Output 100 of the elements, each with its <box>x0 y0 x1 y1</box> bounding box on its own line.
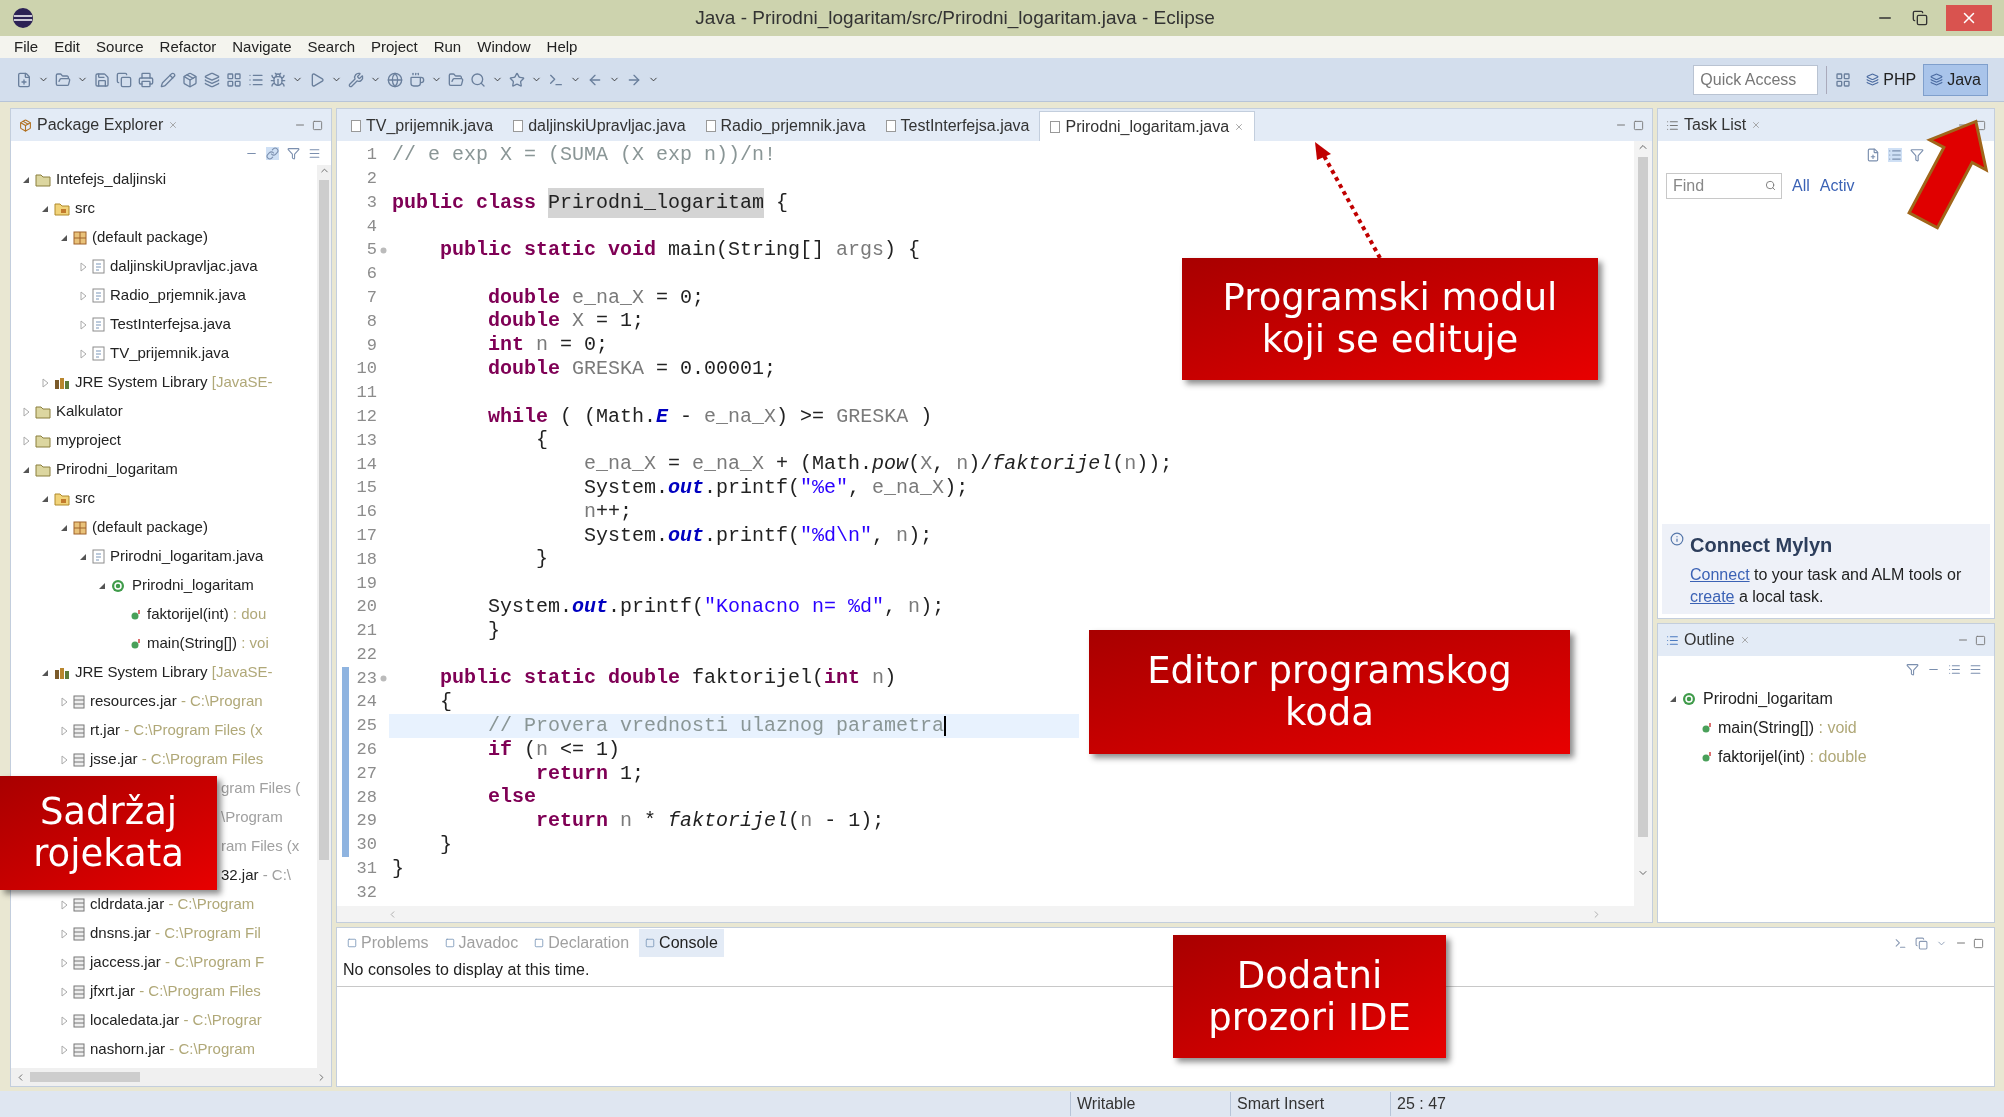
layers-icon[interactable] <box>204 71 220 88</box>
tree-item[interactable]: src <box>75 197 95 220</box>
tree-item[interactable]: 32.jar - C:\ <box>221 864 292 887</box>
menu-item[interactable]: Project <box>371 35 418 59</box>
maximize-icon[interactable] <box>1975 634 1986 646</box>
editor-tab[interactable]: TV_prijemnik.java <box>341 111 504 141</box>
tree-item[interactable]: Prirodni_logaritam <box>132 574 254 597</box>
maximize-icon[interactable] <box>1633 119 1644 131</box>
tree-item[interactable]: localedata.jar - C:\Prograr <box>90 1009 262 1032</box>
tree-item[interactable]: jaccess.jar - C:\Program F <box>90 951 265 974</box>
filter-link[interactable]: Activ <box>1819 174 1855 198</box>
tree-item[interactable]: src <box>75 487 95 510</box>
menu-item[interactable]: Search <box>307 35 355 59</box>
search-icon[interactable] <box>470 71 486 88</box>
tree-item[interactable]: faktorijel(int) : dou <box>147 603 267 626</box>
maximize-icon[interactable] <box>312 119 323 131</box>
terminal-icon[interactable] <box>1894 936 1907 950</box>
folder-icon[interactable] <box>55 71 71 88</box>
tree-item[interactable]: (default package) <box>92 226 208 249</box>
tree-item[interactable]: TV_prijemnik.java <box>110 342 230 365</box>
link-icon[interactable] <box>266 146 279 160</box>
tree-item[interactable]: Intefejs_daljinski <box>56 168 167 191</box>
close-icon[interactable] <box>168 120 179 130</box>
menu-item[interactable]: File <box>14 35 39 59</box>
close-icon[interactable] <box>1739 635 1750 645</box>
perspective-button[interactable]: PHP <box>1859 63 1924 96</box>
pencil-icon[interactable] <box>160 71 176 88</box>
new-task-icon[interactable] <box>1866 148 1880 162</box>
star-icon[interactable] <box>509 71 525 88</box>
menu-item[interactable]: Refactor <box>159 35 217 59</box>
tree-item[interactable]: daljinskiUpravljac.java <box>110 255 258 278</box>
close-button[interactable] <box>1946 5 1992 31</box>
maximize-icon[interactable] <box>1975 119 1986 131</box>
file-icon <box>513 120 524 132</box>
find-field[interactable]: Find <box>1666 173 1782 199</box>
tree-item[interactable]: main(String[]) : void <box>1718 715 1857 740</box>
tree-item[interactable]: dnsns.jar - C:\Program Fil <box>90 922 261 945</box>
filter-icon[interactable] <box>287 146 300 160</box>
close-icon[interactable] <box>1234 121 1245 132</box>
link[interactable]: Connect <box>1690 566 1750 583</box>
fold-icon[interactable] <box>379 246 387 254</box>
editor-tab[interactable]: Radio_prjemnik.java <box>695 111 876 141</box>
tree-item[interactable]: faktorijel(int) : double <box>1718 744 1867 769</box>
tree-item[interactable]: Prirodni_logaritam.java <box>110 545 264 568</box>
quick-access-field[interactable]: Quick Access <box>1693 64 1819 95</box>
tree-item[interactable]: Prirodni_logaritam <box>56 458 178 481</box>
perspective-button[interactable]: Java <box>1923 63 1988 96</box>
save-icon[interactable] <box>94 71 110 88</box>
tree-item[interactable]: Prirodni_logaritam <box>1703 686 1833 711</box>
tree-item[interactable]: JRE System Library [JavaSE- <box>75 371 273 394</box>
globe-icon[interactable] <box>387 71 403 88</box>
editor-tab[interactable]: daljinskiUpravljac.java <box>503 111 696 141</box>
list-icon[interactable] <box>1888 148 1902 162</box>
tree-item[interactable]: cldrdata.jar - C:\Program <box>90 893 255 916</box>
filter-icon[interactable] <box>1906 662 1919 676</box>
view-menu-icon[interactable] <box>308 146 321 160</box>
tree-item[interactable]: myproject <box>56 429 122 452</box>
menu-item[interactable]: Window <box>477 35 531 59</box>
menu-item[interactable]: Run <box>433 35 462 59</box>
tree-item[interactable]: jsse.jar - C:\Program Files <box>90 748 264 771</box>
open-perspective-icon[interactable] <box>1835 71 1852 88</box>
tree-item[interactable]: rt.jar - C:\Program Files (x <box>90 719 263 742</box>
panel-tab[interactable]: Console <box>639 929 724 957</box>
sort-icon[interactable] <box>1948 662 1961 676</box>
editor-tab[interactable]: Prirodni_logaritam.java <box>1039 111 1256 141</box>
cup-icon[interactable] <box>409 71 425 88</box>
print-icon[interactable] <box>138 71 154 88</box>
tree-item[interactable]: JRE System Library [JavaSE- <box>75 661 273 684</box>
maximize-icon[interactable] <box>1973 937 1984 949</box>
tree-item[interactable]: Kalkulator <box>56 400 123 423</box>
panel-tab[interactable]: Task List <box>1684 113 1747 137</box>
grid-icon[interactable] <box>226 71 242 88</box>
wrench-icon[interactable] <box>348 71 364 88</box>
menu-item[interactable]: Navigate <box>232 35 292 59</box>
filter-link[interactable]: All <box>1792 174 1810 198</box>
tree-item[interactable]: main(String[]) : voi <box>147 632 269 655</box>
restore-icon[interactable] <box>1912 10 1928 26</box>
view-menu-icon[interactable] <box>1969 662 1982 676</box>
tree-item[interactable]: Radio_prjemnik.java <box>110 284 246 307</box>
tree-item[interactable]: jfxrt.jar - C:\Program Files <box>90 980 261 1003</box>
editor-tab[interactable]: TestInterfejsa.java <box>875 111 1040 141</box>
copy-icon[interactable] <box>1915 936 1928 950</box>
new-file-icon[interactable] <box>16 71 32 88</box>
fold-icon[interactable] <box>379 674 387 682</box>
package-icon[interactable] <box>182 71 198 88</box>
tree-item[interactable]: (default package) <box>92 516 208 539</box>
panel-tab[interactable]: Outline <box>1684 628 1735 652</box>
folder-icon[interactable] <box>448 71 464 88</box>
tree-item[interactable]: TestInterfejsa.java <box>110 313 231 336</box>
tree-item[interactable]: nashorn.jar - C:\Program <box>90 1038 256 1061</box>
copy-icon[interactable] <box>116 71 132 88</box>
play-icon[interactable] <box>309 71 325 88</box>
menu-item[interactable]: Help <box>546 35 578 59</box>
close-icon[interactable] <box>1751 120 1762 130</box>
tree-item[interactable]: resources.jar - C:\Progran <box>90 690 263 713</box>
menu-item[interactable]: Source <box>96 35 144 59</box>
filter-icon[interactable] <box>1910 148 1924 162</box>
link[interactable]: create <box>1690 588 1735 605</box>
menu-item[interactable]: Edit <box>54 35 81 59</box>
bug-icon[interactable] <box>270 71 286 88</box>
